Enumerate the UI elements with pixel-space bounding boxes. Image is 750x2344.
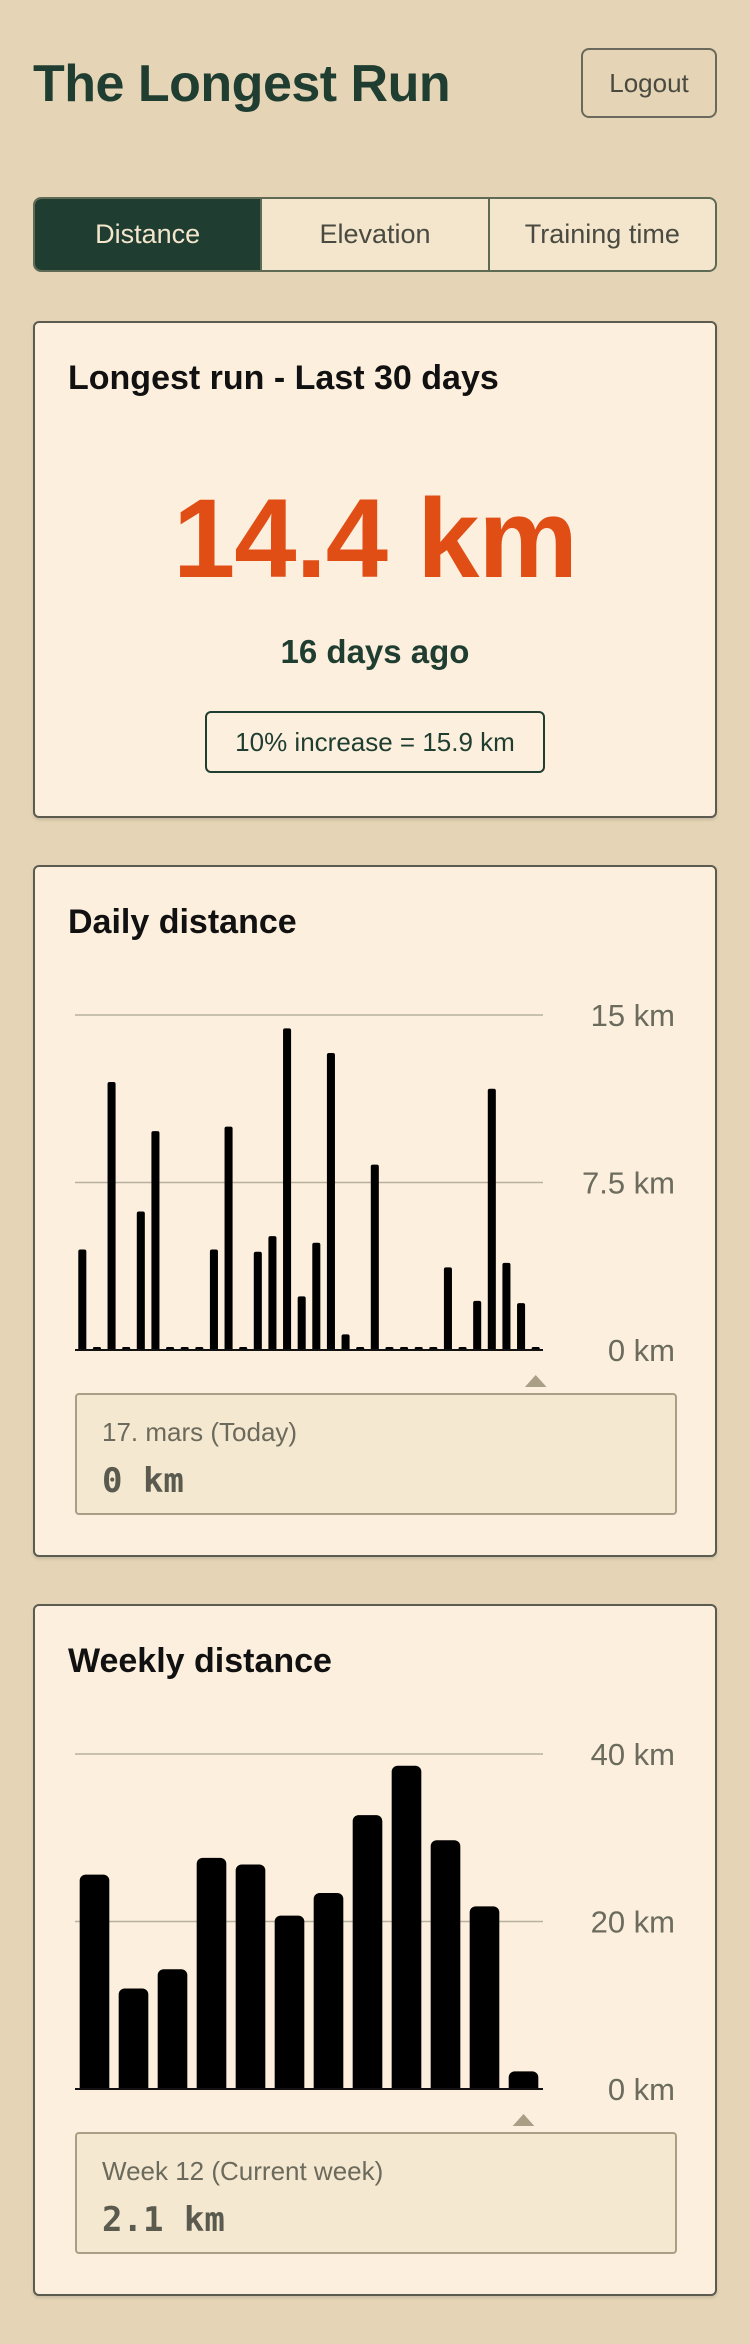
bar [151,1131,160,1352]
y-tick-label: 20 km [591,1905,675,1940]
tab-training-time[interactable]: Training time [487,199,715,270]
increase-badge: 10% increase = 15.9 km [205,711,545,773]
weekly-distance-card: Weekly distance 0 km 20 km 40 km Week 12 (… [33,1604,717,2296]
longest-run-ago: 16 days ago [280,633,470,670]
daily-tooltip: 17. mars (Today) 0 km [75,1393,677,1515]
daily-distance-card: Daily distance 0 km 7.5 km 15 km 17. mars … [33,865,717,1557]
bar [487,1088,496,1352]
tab-elevation[interactable]: Elevation [260,199,487,270]
bar [517,1303,526,1352]
app-title: The Longest Run [33,55,451,113]
bar [79,1874,110,2095]
y-tick-label: 0 km [608,1333,675,1368]
bar [469,1906,500,2095]
bar [157,1969,188,2095]
selection-marker [512,2114,535,2126]
weekly-distance-chart: 0 km 20 km 40 km [73,1737,675,2126]
bar [430,1840,461,2095]
bar [283,1028,292,1352]
daily-distance-chart: 0 km 7.5 km 15 km [73,998,675,1387]
y-tick-label: 7.5 km [582,1166,675,1201]
weekly-tooltip-value: 2.1 km [102,2200,225,2240]
bar [235,1864,266,2095]
bar [297,1296,306,1352]
bar [370,1164,379,1352]
tab-distance[interactable]: Distance [35,199,261,270]
logout-button[interactable]: Logout [581,48,717,118]
baseline-mask [73,1351,545,1371]
bar [136,1211,145,1352]
longest-run-title: Longest run - Last 30 days [68,359,499,397]
bar [391,1765,422,2095]
y-tick-label: 40 km [591,1737,675,1772]
daily-tooltip-label: 17. mars (Today) [102,1417,298,1447]
bar [107,1082,116,1352]
bar [209,1249,218,1352]
bar [352,1815,383,2095]
daily-tooltip-value: 0 km [102,1461,184,1501]
bar [196,1857,227,2095]
bar [312,1242,321,1352]
header: The Longest Run Logout [33,48,717,122]
bar [268,1236,277,1352]
metric-tabs: Distance Elevation Training time [33,197,717,272]
bar [224,1126,233,1352]
bar [118,1988,149,2095]
bar [253,1251,262,1352]
bar [313,1893,344,2095]
bar [502,1262,511,1352]
baseline-mask [73,2090,545,2110]
longest-run-value: 14.4 km [173,476,578,601]
bar [443,1267,452,1352]
weekly-tooltip-label: Week 12 (Current week) [102,2156,384,2186]
bar [274,1915,305,2095]
y-tick-label: 15 km [591,998,675,1033]
bar [78,1249,87,1352]
selection-marker [524,1375,547,1387]
bar [326,1052,335,1352]
longest-run-card: Longest run - Last 30 days 14.4 km 16 da… [33,321,717,818]
y-tick-label: 0 km [608,2072,675,2107]
weekly-tooltip: Week 12 (Current week) 2.1 km [75,2132,677,2254]
bar [473,1300,482,1352]
